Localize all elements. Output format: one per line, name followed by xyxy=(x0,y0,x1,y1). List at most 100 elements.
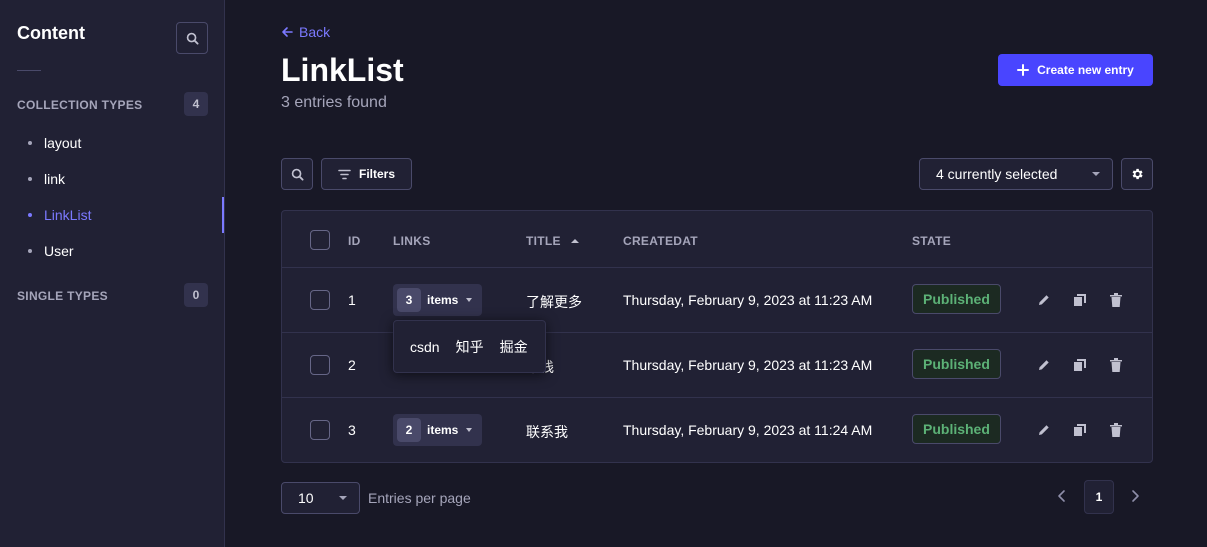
column-header-title-label: TITLE xyxy=(526,234,561,248)
row-checkbox[interactable] xyxy=(310,355,330,375)
sidebar-item-label: link xyxy=(44,171,66,187)
links-label: items xyxy=(427,293,459,307)
chevron-left-icon xyxy=(1058,490,1065,502)
row-createdat: Thursday, February 9, 2023 at 11:24 AM xyxy=(623,422,873,438)
row-id: 3 xyxy=(348,422,356,438)
edit-button[interactable] xyxy=(1034,290,1054,310)
entries-per-page-select[interactable]: 10 xyxy=(281,482,360,514)
sidebar: Content COLLECTION TYPES 4 layout link L… xyxy=(0,0,225,547)
collection-types-count: 4 xyxy=(184,92,208,116)
table-search-button[interactable] xyxy=(281,158,313,190)
bullet-icon xyxy=(28,213,32,217)
status-badge: Published xyxy=(912,414,1001,444)
column-header-state[interactable]: STATE xyxy=(912,234,951,248)
entries-per-page-label: Entries per page xyxy=(368,490,471,506)
settings-button[interactable] xyxy=(1121,158,1153,190)
duplicate-icon xyxy=(1074,424,1086,436)
bullet-icon xyxy=(28,141,32,145)
row-checkbox[interactable] xyxy=(310,290,330,310)
chevron-right-icon xyxy=(1132,490,1139,502)
duplicate-icon xyxy=(1074,294,1086,306)
row-title: 联系我 xyxy=(526,424,568,440)
chevron-down-icon xyxy=(339,496,347,500)
edit-button[interactable] xyxy=(1034,355,1054,375)
links-items-button[interactable]: 3 items xyxy=(393,284,483,316)
sidebar-item-layout[interactable]: layout xyxy=(0,125,224,161)
links-label: items xyxy=(427,423,459,437)
duplicate-icon xyxy=(1074,359,1086,371)
trash-icon xyxy=(1110,358,1122,372)
single-types-count: 0 xyxy=(184,283,208,307)
search-icon xyxy=(291,168,304,181)
row-createdat: Thursday, February 9, 2023 at 11:23 AM xyxy=(623,292,873,308)
next-page-button[interactable] xyxy=(1128,489,1142,508)
select-all-checkbox[interactable] xyxy=(310,230,330,250)
links-popover: csdn 知乎 掘金 xyxy=(393,320,546,373)
sidebar-title: Content xyxy=(17,23,85,43)
previous-page-button[interactable] xyxy=(1055,489,1069,508)
plus-icon xyxy=(1017,64,1030,76)
popover-item[interactable]: 知乎 xyxy=(456,337,484,357)
create-label: Create new entry xyxy=(1037,63,1134,77)
column-header-links[interactable]: LINKS xyxy=(393,234,431,248)
row-id: 2 xyxy=(348,357,356,373)
popover-item[interactable]: 掘金 xyxy=(500,337,528,357)
pencil-icon xyxy=(1039,295,1049,305)
links-count: 2 xyxy=(397,418,421,442)
row-createdat: Thursday, February 9, 2023 at 11:23 AM xyxy=(623,357,873,373)
columns-select[interactable]: 4 currently selected xyxy=(919,158,1113,190)
back-link[interactable]: Back xyxy=(281,24,330,40)
sidebar-item-label: User xyxy=(44,243,74,259)
sidebar-item-link[interactable]: link xyxy=(0,161,224,197)
sidebar-item-label: LinkList xyxy=(44,207,92,223)
page-button-current[interactable]: 1 xyxy=(1084,480,1114,514)
row-divider xyxy=(282,397,1152,398)
sidebar-item-user[interactable]: User xyxy=(0,233,224,269)
duplicate-button[interactable] xyxy=(1070,290,1090,310)
per-page-value: 10 xyxy=(298,490,314,506)
status-badge: Published xyxy=(912,284,1001,314)
single-types-heading[interactable]: SINGLE TYPES xyxy=(17,289,108,303)
row-checkbox[interactable] xyxy=(310,420,330,440)
edit-button[interactable] xyxy=(1034,420,1054,440)
sidebar-item-linklist[interactable]: LinkList xyxy=(0,197,224,233)
entries-count: 3 entries found xyxy=(281,94,387,111)
delete-button[interactable] xyxy=(1106,290,1126,310)
bullet-icon xyxy=(28,249,32,253)
arrow-left-icon xyxy=(282,27,293,37)
filters-label: Filters xyxy=(358,167,395,181)
chevron-down-icon xyxy=(1092,172,1100,176)
columns-select-value: 4 currently selected xyxy=(936,166,1058,182)
duplicate-button[interactable] xyxy=(1070,420,1090,440)
search-icon xyxy=(186,32,199,45)
trash-icon xyxy=(1110,293,1122,307)
duplicate-button[interactable] xyxy=(1070,355,1090,375)
collection-types-heading[interactable]: COLLECTION TYPES xyxy=(17,98,142,112)
filter-icon xyxy=(338,169,351,179)
row-id: 1 xyxy=(348,292,356,308)
popover-item[interactable]: csdn xyxy=(410,339,440,355)
links-count: 3 xyxy=(397,288,421,312)
sort-ascending-icon xyxy=(571,239,580,243)
pencil-icon xyxy=(1039,425,1049,435)
page-title: LinkList xyxy=(281,52,404,88)
pencil-icon xyxy=(1039,360,1049,370)
delete-button[interactable] xyxy=(1106,355,1126,375)
trash-icon xyxy=(1110,423,1122,437)
row-title: 了解更多 xyxy=(526,294,582,310)
column-header-title[interactable]: TITLE xyxy=(526,234,580,248)
chevron-down-icon xyxy=(466,298,473,302)
row-divider xyxy=(282,267,1152,268)
sidebar-search-button[interactable] xyxy=(176,22,208,54)
gear-icon xyxy=(1132,168,1143,180)
sidebar-divider xyxy=(17,70,41,71)
create-new-entry-button[interactable]: Create new entry xyxy=(998,54,1153,86)
column-header-id[interactable]: ID xyxy=(348,234,361,248)
delete-button[interactable] xyxy=(1106,420,1126,440)
sidebar-item-label: layout xyxy=(44,135,82,151)
filters-button[interactable]: Filters xyxy=(321,158,412,190)
column-header-createdat[interactable]: CREATEDAT xyxy=(623,234,698,248)
links-items-button[interactable]: 2 items xyxy=(393,414,483,446)
chevron-down-icon xyxy=(466,428,473,432)
back-label: Back xyxy=(299,24,331,40)
